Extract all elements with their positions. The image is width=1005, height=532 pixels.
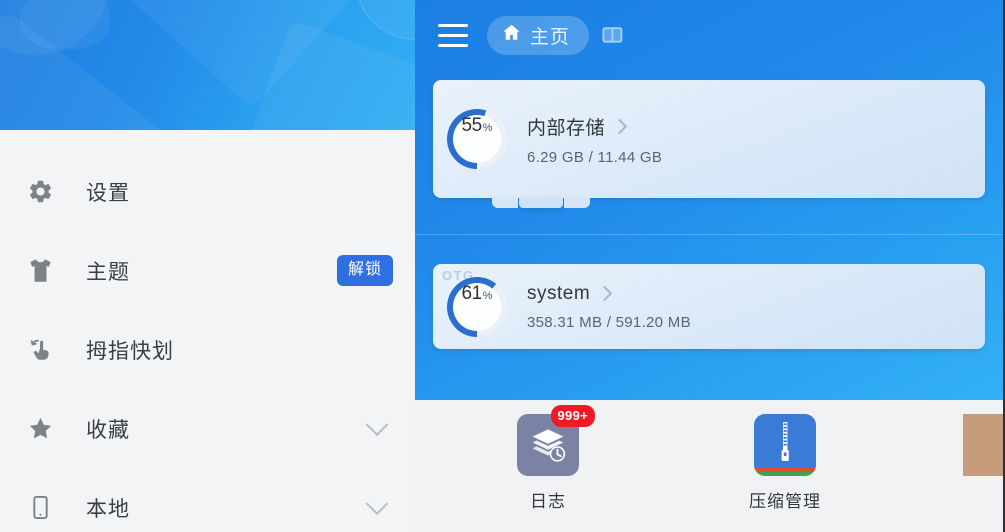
- storage-ring-otg: 61 %: [447, 276, 507, 337]
- sidebar-item-label: 拇指快划: [86, 339, 174, 363]
- storage-card-text: 内部存储 6.29 GB / 11.44 GB: [527, 113, 662, 166]
- drawer-header-banner: [0, 0, 415, 130]
- hamburger-line: [438, 23, 468, 27]
- top-toolbar: 主页: [415, 0, 1003, 70]
- card-notch: [492, 197, 590, 208]
- otg-storage-section: OTG 61 % system 358.31 MB / 591.20 MB: [415, 264, 1003, 349]
- phone-icon: [20, 494, 60, 521]
- percent-symbol: %: [482, 122, 493, 134]
- chevron-down-icon[interactable]: [365, 491, 389, 515]
- thumb-swipe-icon: [20, 336, 60, 363]
- hamburger-icon[interactable]: [433, 15, 473, 55]
- decorative-shape: [355, 0, 415, 40]
- home-tab[interactable]: 主页: [487, 15, 590, 55]
- internal-storage-section: 55 % 内部存储 6.29 GB / 11.44 GB: [415, 80, 1003, 208]
- navigation-drawer: 设置 主题 解锁 拇指快划 收藏 本地: [0, 0, 415, 532]
- home-icon: [501, 22, 522, 48]
- hamburger-line: [438, 33, 468, 37]
- app-shortcut-label: 日志: [530, 492, 566, 511]
- storage-title-row: system: [527, 283, 691, 305]
- drawer-menu-list: 设置 主题 解锁 拇指快划 收藏 本地: [0, 130, 415, 532]
- decorative-shape: [20, 0, 110, 50]
- storage-percent: 61: [461, 282, 483, 304]
- sidebar-item-label: 本地: [86, 497, 130, 521]
- app-shortcut-zip[interactable]: 压缩管理: [726, 414, 844, 512]
- tabs-icon[interactable]: [602, 26, 624, 44]
- storage-usage: 6.29 GB / 11.44 GB: [527, 148, 663, 166]
- home-tab-label: 主页: [530, 26, 571, 48]
- storage-ring-center: 61 %: [453, 282, 501, 331]
- chevron-right-icon[interactable]: [596, 285, 613, 302]
- storage-usage: 358.31 MB / 591.20 MB: [527, 313, 691, 331]
- chevron-right-icon[interactable]: [611, 118, 628, 134]
- storage-ring-center: 55 %: [453, 115, 501, 163]
- sidebar-item-label: 收藏: [86, 418, 130, 442]
- sidebar-item-thumb-swipe[interactable]: 拇指快划: [0, 310, 415, 389]
- unlock-button[interactable]: 解锁: [336, 255, 393, 286]
- storage-card-text: system 358.31 MB / 591.20 MB: [527, 283, 691, 331]
- gear-icon: [20, 178, 60, 205]
- app-shortcut-label: 压缩管理: [749, 492, 821, 511]
- storage-card-otg[interactable]: OTG 61 % system 358.31 MB / 591.20 MB: [433, 264, 985, 349]
- layers-clock-icon: 999+: [517, 405, 595, 476]
- sidebar-item-label: 设置: [86, 181, 130, 205]
- zip-file-icon: [754, 414, 816, 476]
- storage-title: 内部存储: [527, 117, 606, 139]
- sidebar-item-settings[interactable]: 设置: [0, 152, 415, 231]
- storage-title-row: 内部存储: [527, 113, 662, 140]
- storage-card-internal[interactable]: 55 % 内部存储 6.29 GB / 11.44 GB: [433, 80, 985, 208]
- storage-title: system: [527, 282, 591, 304]
- chevron-down-icon[interactable]: [365, 412, 389, 436]
- sidebar-item-local[interactable]: 本地: [0, 468, 415, 532]
- star-icon: [20, 415, 60, 442]
- app-icon-partial: [963, 414, 1003, 476]
- main-content: 主页 55 % 内部存储 6.29 GB / 11.44 GB OTG 61 %…: [415, 0, 1003, 532]
- sidebar-item-theme[interactable]: 主题 解锁: [0, 231, 415, 310]
- app-root: 设置 主题 解锁 拇指快划 收藏 本地 主页 55 % 内部存储 6.29 GB…: [0, 0, 1005, 532]
- app-shortcut-partial[interactable]: [963, 414, 1003, 487]
- storage-percent: 55: [461, 115, 483, 136]
- divider: [415, 234, 1003, 235]
- tshirt-icon: [20, 257, 60, 284]
- app-shortcut-logs[interactable]: 999+ 日志: [489, 405, 607, 512]
- app-shortcut-grid: 999+ 日志 压缩管理: [415, 400, 1003, 532]
- percent-symbol: %: [482, 289, 493, 302]
- storage-overview-panel: 主页 55 % 内部存储 6.29 GB / 11.44 GB OTG 61 %…: [415, 0, 1003, 400]
- sidebar-item-favorites[interactable]: 收藏: [0, 389, 415, 468]
- hamburger-line: [438, 43, 468, 47]
- sidebar-item-label: 主题: [86, 260, 130, 284]
- notification-badge: 999+: [550, 405, 595, 427]
- section-divider-wrap: [415, 234, 1003, 235]
- storage-ring-internal: 55 %: [447, 109, 507, 169]
